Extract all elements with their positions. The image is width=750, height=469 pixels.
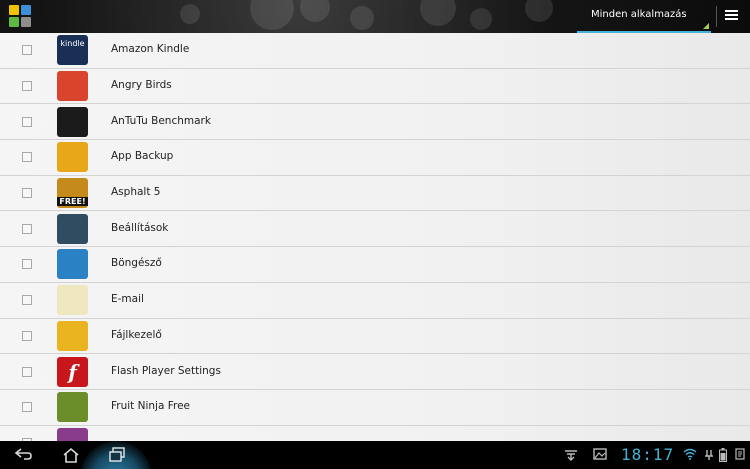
background-bokeh — [350, 6, 374, 30]
divider — [716, 6, 717, 27]
app-list-item[interactable]: E-mail — [0, 283, 750, 319]
select-checkbox[interactable] — [22, 366, 32, 377]
app-name-label: Fájlkezelő — [111, 328, 162, 341]
background-bokeh — [180, 4, 200, 24]
app-list-item[interactable]: Fruit Ninja Free — [0, 390, 750, 426]
background-bokeh — [420, 0, 456, 26]
app-list-item[interactable] — [0, 426, 750, 441]
dropdown-indicator-icon — [703, 23, 709, 29]
app-list-item[interactable]: Böngésző — [0, 247, 750, 283]
dock-sync-icon — [704, 449, 714, 464]
app-list-item[interactable]: kindle Amazon Kindle — [0, 33, 750, 69]
gallery-icon — [57, 427, 88, 441]
app-name-label: Flash Player Settings — [111, 364, 221, 377]
app-list-item[interactable]: FREE! Asphalt 5 — [0, 176, 750, 212]
angry-birds-icon — [57, 71, 88, 102]
select-checkbox[interactable] — [22, 188, 32, 199]
app-name-label: Beállítások — [111, 221, 169, 234]
app-name-label: Asphalt 5 — [111, 186, 161, 199]
app-name-label: Fruit Ninja Free — [111, 400, 191, 413]
select-checkbox[interactable] — [22, 223, 32, 234]
select-checkbox[interactable] — [22, 152, 32, 163]
browser-globe-icon — [57, 249, 88, 280]
app-filter-dropdown[interactable]: Minden alkalmazás — [577, 0, 711, 33]
icon-text: FREE! — [57, 196, 88, 206]
home-icon[interactable] — [62, 447, 80, 466]
battery-icon — [719, 448, 727, 465]
status-clock[interactable]: 18:17 — [621, 445, 674, 464]
app-backup-logo-icon[interactable] — [9, 5, 31, 27]
app-name-label: E-mail — [111, 293, 144, 306]
app-list-item[interactable]: AnTuTu Benchmark — [0, 104, 750, 141]
select-checkbox[interactable] — [22, 81, 32, 92]
app-name-label: Angry Birds — [111, 79, 172, 92]
antutu-icon — [57, 106, 88, 137]
app-list-item[interactable]: f Flash Player Settings — [0, 354, 750, 390]
select-checkbox[interactable] — [22, 330, 32, 341]
screenshot-icon[interactable] — [593, 448, 607, 463]
background-bokeh — [250, 0, 294, 30]
file-manager-icon — [57, 320, 88, 351]
app-name-label: AnTuTu Benchmark — [111, 114, 211, 127]
notification-icon — [735, 448, 745, 463]
app-name-label: App Backup — [111, 150, 174, 163]
fruit-ninja-icon — [57, 392, 88, 423]
app-backup-icon — [57, 142, 88, 173]
app-name-label: Böngésző — [111, 257, 162, 270]
download-icon[interactable] — [564, 448, 578, 465]
recent-apps-icon[interactable] — [108, 447, 126, 466]
wifi-icon — [683, 448, 697, 463]
background-bokeh — [525, 0, 553, 22]
select-checkbox[interactable] — [22, 402, 32, 413]
app-list-item[interactable]: Angry Birds — [0, 69, 750, 105]
email-icon — [57, 285, 88, 316]
app-name-label: Amazon Kindle — [111, 43, 190, 56]
app-list: kindle Amazon Kindle Angry Birds AnTuTu Ben… — [0, 33, 750, 441]
kindle-icon: kindle — [57, 35, 88, 66]
app-filter-label: Minden alkalmazás — [591, 9, 687, 20]
icon-text: kindle — [60, 38, 85, 48]
background-bokeh — [300, 0, 330, 22]
background-bokeh — [470, 8, 492, 30]
settings-icon — [57, 213, 88, 244]
select-checkbox[interactable] — [22, 259, 32, 270]
action-bar: Minden alkalmazás — [0, 0, 750, 33]
select-checkbox[interactable] — [22, 116, 32, 127]
icon-text: f — [68, 359, 77, 384]
flash-icon: f — [57, 356, 88, 387]
system-navigation-bar: 18:17 — [0, 441, 750, 469]
app-list-item[interactable]: Beállítások — [0, 211, 750, 248]
app-list-item[interactable]: App Backup — [0, 140, 750, 176]
asphalt-icon: FREE! — [57, 178, 88, 209]
select-checkbox[interactable] — [22, 45, 32, 56]
app-list-item[interactable]: Fájlkezelő — [0, 319, 750, 355]
select-checkbox[interactable] — [22, 295, 32, 306]
back-icon[interactable] — [14, 447, 33, 464]
overflow-menu-icon[interactable] — [725, 10, 739, 23]
